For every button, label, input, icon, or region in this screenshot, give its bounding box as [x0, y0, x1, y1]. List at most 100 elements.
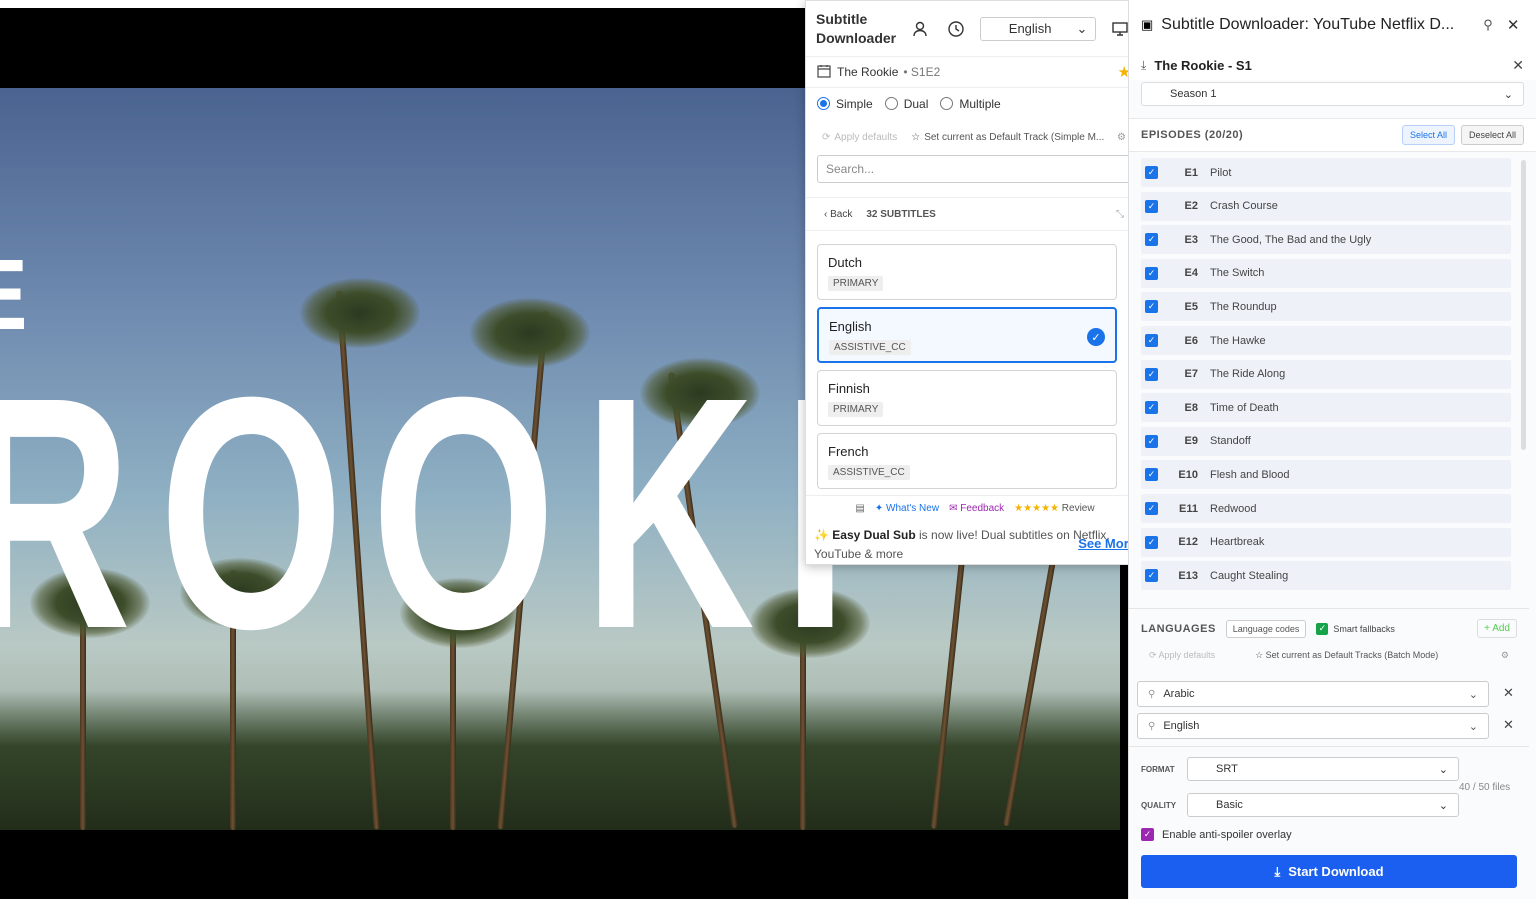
start-download-button[interactable]: ⤓ Start Download	[1141, 855, 1517, 888]
review-link[interactable]: ★★★★★ Review	[1014, 503, 1094, 514]
language-select-arabic[interactable]: ⚲ Arabic ⌄	[1137, 681, 1489, 707]
episode-title: The Hawke	[1210, 334, 1266, 347]
episode-row[interactable]: ✓ E5 The Roundup	[1141, 292, 1511, 322]
document-icon[interactable]: ▤	[855, 503, 864, 514]
gear-icon[interactable]: ⚙	[1117, 132, 1126, 143]
subtitle-card[interactable]: French ASSISTIVE_CC	[817, 433, 1117, 489]
select-all-button[interactable]: Select All	[1401, 125, 1455, 145]
feedback-link[interactable]: ✉ Feedback	[949, 503, 1004, 514]
smart-fallbacks-checkbox[interactable]: ✓	[1316, 622, 1329, 635]
remove-language-icon[interactable]: ✕	[1503, 685, 1514, 701]
collapse-icon[interactable]: ⤡	[1116, 209, 1124, 220]
mode-dual[interactable]: Dual	[884, 97, 928, 111]
episode-checkbox[interactable]: ✓	[1145, 266, 1158, 280]
episode-title: Redwood	[1210, 502, 1257, 515]
remove-language-icon[interactable]: ✕	[1503, 717, 1514, 733]
episode-title: The Ride Along	[1210, 368, 1286, 381]
language-select[interactable]: English ⌄	[979, 16, 1097, 41]
episode-checkbox[interactable]: ✓	[1145, 199, 1158, 213]
episode-row[interactable]: ✓ E7 The Ride Along	[1141, 359, 1511, 389]
subtitle-card[interactable]: Dutch PRIMARY	[817, 244, 1117, 300]
search-input[interactable]: Search...	[817, 155, 1131, 183]
episode-row[interactable]: ✓ E9 Standoff	[1141, 426, 1511, 456]
episode-row[interactable]: ✓ E1 Pilot	[1141, 158, 1511, 187]
subtitle-card-selected[interactable]: English ASSISTIVE_CC ✓	[817, 307, 1117, 363]
episode-code: • S1E2	[903, 65, 941, 79]
episode-row[interactable]: ✓ E10 Flesh and Blood	[1141, 460, 1511, 490]
episode-code: E10	[1178, 468, 1198, 481]
sparkle-icon: ✨	[814, 528, 829, 542]
set-default-button[interactable]: ☆ Set current as Default Track (Simple M.…	[911, 132, 1104, 143]
episode-checkbox[interactable]: ✓	[1145, 535, 1158, 549]
popup-header: Subtitle Downloader English ⌄	[806, 1, 1142, 57]
episode-checkbox[interactable]: ✓	[1145, 569, 1158, 583]
format-row: FORMAT SRT ⌄	[1141, 757, 1461, 781]
episode-row[interactable]: ✓ E13 Caught Stealing	[1141, 561, 1511, 591]
set-default-tracks-button[interactable]: ☆ Set current as Default Tracks (Batch M…	[1255, 650, 1438, 661]
episode-title: Caught Stealing	[1210, 569, 1289, 582]
episode-checkbox[interactable]: ✓	[1145, 166, 1158, 179]
show-logo: ROOKI	[0, 328, 876, 697]
panel-title: Subtitle Downloader: YouTube Netflix D..…	[1161, 16, 1455, 33]
close-icon[interactable]: ✕	[1507, 16, 1520, 34]
episode-row[interactable]: ✓ E3 The Good, The Bad and the Ugly	[1141, 225, 1511, 255]
subtitle-popup: Subtitle Downloader English ⌄ The Rookie…	[805, 0, 1144, 566]
episode-row[interactable]: ✓ E8 Time of Death	[1141, 393, 1511, 423]
episode-checkbox[interactable]: ✓	[1145, 468, 1158, 482]
format-select[interactable]: SRT ⌄	[1187, 757, 1459, 781]
file-count: 40 / 50 files	[1459, 782, 1511, 793]
quality-row: QUALITY Basic ⌄	[1141, 793, 1461, 817]
promo-title: Easy Dual Sub	[832, 528, 916, 542]
apply-defaults-label: Apply defaults	[1158, 650, 1216, 660]
episodes-header: EPISODES (20/20) Select All Deselect All	[1129, 118, 1536, 152]
episode-row[interactable]: ✓ E11 Redwood	[1141, 494, 1511, 523]
episode-title: Standoff	[1210, 435, 1251, 448]
deselect-all-button[interactable]: Deselect All	[1460, 125, 1524, 145]
episode-code: E12	[1178, 536, 1198, 549]
subtitle-card[interactable]: Finnish PRIMARY	[817, 370, 1117, 426]
history-icon[interactable]	[944, 17, 968, 41]
set-default-label: Set current as Default Tracks (Batch Mod…	[1265, 650, 1439, 660]
anti-spoiler-checkbox[interactable]: ✓	[1141, 828, 1154, 841]
popup-title: Subtitle Downloader	[816, 10, 897, 46]
episode-checkbox[interactable]: ✓	[1145, 233, 1158, 247]
episode-row[interactable]: ✓ E12 Heartbreak	[1141, 527, 1511, 557]
promo-banner: ✨ Easy Dual Sub is now live! Dual subtit…	[806, 521, 1144, 566]
episode-checkbox[interactable]: ✓	[1145, 367, 1158, 381]
mode-selector: Simple Dual Multiple	[806, 88, 1142, 119]
apply-defaults-button[interactable]: Apply defaults	[834, 132, 897, 143]
episode-scrollbar[interactable]	[1521, 160, 1526, 450]
close-show-icon[interactable]: ✕	[1512, 57, 1524, 74]
subtitles-nav: ‹ Back 32 SUBTITLES ⤡	[806, 197, 1142, 231]
language-codes-button[interactable]: Language codes	[1225, 619, 1307, 638]
back-button[interactable]: ‹ Back	[824, 209, 852, 220]
episode-checkbox[interactable]: ✓	[1145, 502, 1158, 515]
apply-defaults-button[interactable]: ⟳ Apply defaults	[1149, 650, 1215, 661]
season-select[interactable]: Season 1 ⌄	[1141, 82, 1524, 106]
episode-checkbox[interactable]: ✓	[1145, 434, 1158, 448]
pin-icon[interactable]: ⚲	[1483, 17, 1493, 33]
episode-row[interactable]: ✓ E4 The Switch	[1141, 258, 1511, 288]
episode-checkbox[interactable]: ✓	[1145, 334, 1158, 347]
mode-simple[interactable]: Simple	[817, 97, 873, 111]
quality-value: Basic	[1216, 799, 1243, 811]
quality-select[interactable]: Basic ⌄	[1187, 793, 1459, 817]
mode-label: Simple	[836, 96, 873, 111]
set-default-label: Set current as Default Track (Simple M..…	[924, 131, 1105, 143]
defaults-row: ⟳ Apply defaults ☆ Set current as Default…	[806, 119, 1142, 155]
add-language-button[interactable]: + Add	[1477, 619, 1517, 638]
gear-icon[interactable]: ⚙	[1501, 650, 1509, 661]
episode-row[interactable]: ✓ E6 The Hawke	[1141, 326, 1511, 355]
language-select-value: English	[1008, 21, 1052, 36]
user-icon[interactable]	[909, 17, 933, 41]
show-title: The Rookie - S1	[1154, 57, 1252, 73]
anti-spoiler-option[interactable]: ✓ Enable anti-spoiler overlay	[1141, 828, 1292, 841]
episode-checkbox[interactable]: ✓	[1145, 300, 1158, 314]
mode-multiple[interactable]: Multiple	[940, 97, 1001, 111]
episode-row[interactable]: ✓ E2 Crash Course	[1141, 191, 1511, 221]
episode-code: E6	[1184, 334, 1198, 347]
episode-checkbox[interactable]: ✓	[1145, 401, 1158, 415]
show-name: The Rookie	[837, 65, 899, 79]
language-select-english[interactable]: ⚲ English ⌄	[1137, 713, 1489, 739]
whats-new-link[interactable]: ✦ What's New	[875, 503, 939, 514]
